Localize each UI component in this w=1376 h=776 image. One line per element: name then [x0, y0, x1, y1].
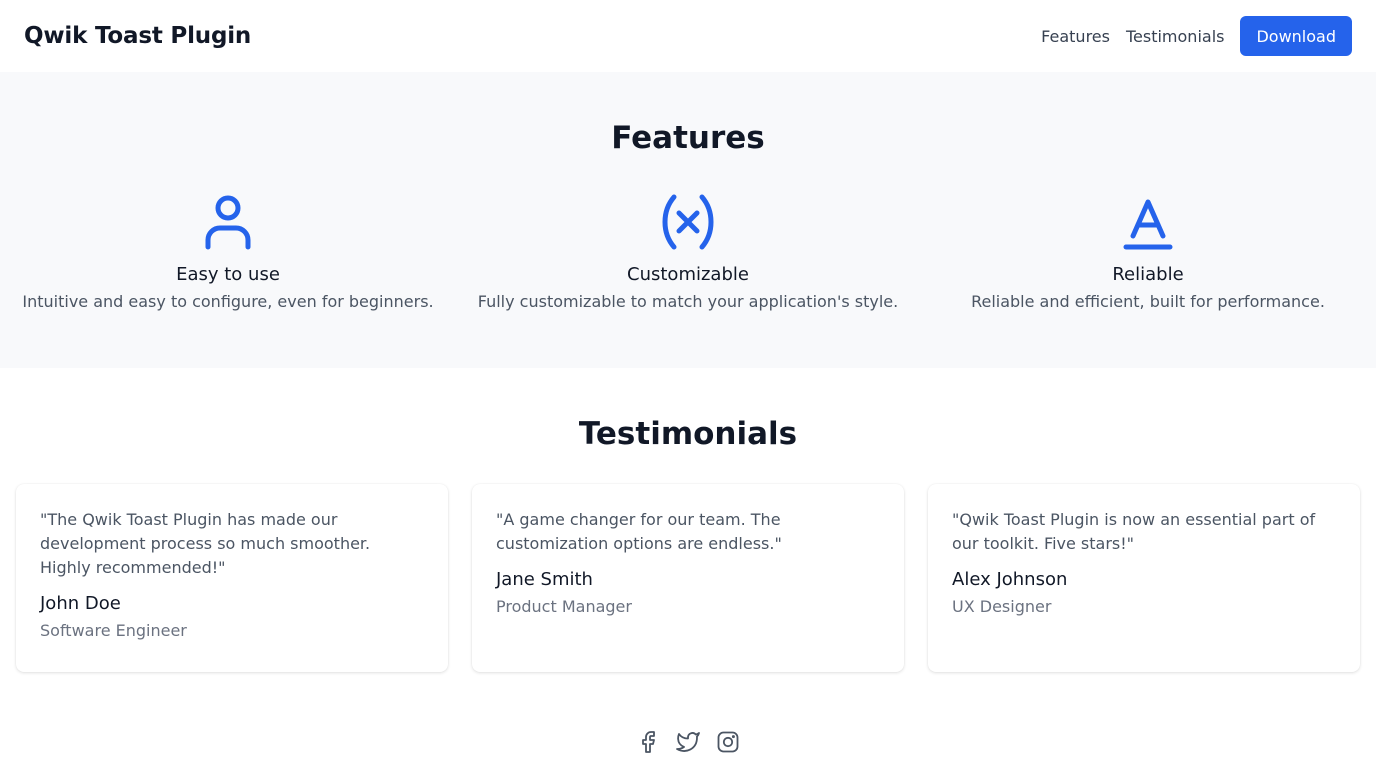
- download-button[interactable]: Download: [1240, 16, 1352, 56]
- twitter-icon[interactable]: [676, 730, 700, 754]
- testimonial-author: John Doe: [40, 593, 121, 614]
- testimonial-card: "A game changer for our team. The custom…: [472, 484, 904, 672]
- testimonials-section: Testimonials "The Qwik Toast Plugin has …: [0, 368, 1376, 708]
- user-icon: [0, 192, 456, 250]
- feature-title: Easy to use: [176, 264, 280, 285]
- testimonial-author: Alex Johnson: [952, 569, 1068, 590]
- feature-item: Customizable Fully customizable to match…: [460, 192, 916, 313]
- testimonial-role: Software Engineer: [40, 621, 187, 640]
- features-heading: Features: [611, 120, 765, 156]
- testimonial-card: "Qwik Toast Plugin is now an essential p…: [928, 484, 1360, 672]
- feature-description: Reliable and efficient, built for perfor…: [971, 292, 1325, 311]
- facebook-icon[interactable]: [636, 730, 660, 754]
- testimonial-role: Product Manager: [496, 597, 632, 616]
- feature-item: Reliable Reliable and efficient, built f…: [920, 192, 1376, 313]
- feature-description: Fully customizable to match your applica…: [477, 292, 899, 311]
- nav-link-features[interactable]: Features: [1041, 27, 1110, 46]
- feature-title: Reliable: [1112, 264, 1184, 285]
- site-footer: [0, 708, 1376, 754]
- testimonial-quote: "The Qwik Toast Plugin has made our deve…: [40, 510, 371, 577]
- text-a-underline-icon: [920, 192, 1376, 250]
- nav-link-testimonials[interactable]: Testimonials: [1126, 27, 1225, 46]
- instagram-icon[interactable]: [716, 730, 740, 754]
- testimonial-quote: "A game changer for our team. The custom…: [496, 510, 782, 553]
- testimonial-list: "The Qwik Toast Plugin has made our deve…: [0, 484, 1376, 672]
- testimonial-card: "The Qwik Toast Plugin has made our deve…: [16, 484, 448, 672]
- feature-title: Customizable: [627, 264, 749, 285]
- testimonial-role: UX Designer: [952, 597, 1052, 616]
- testimonial-author: Jane Smith: [496, 569, 593, 590]
- feature-description: Intuitive and easy to configure, even fo…: [22, 292, 434, 311]
- brand-title: Qwik Toast Plugin: [24, 23, 252, 49]
- testimonials-heading: Testimonials: [578, 416, 798, 452]
- variable-x-icon: [460, 192, 916, 250]
- site-header: Qwik Toast Plugin Features Testimonials …: [0, 0, 1376, 72]
- features-section: Features Easy to use Intuitive and easy …: [0, 72, 1376, 368]
- feature-item: Easy to use Intuitive and easy to config…: [0, 192, 456, 313]
- testimonial-quote: "Qwik Toast Plugin is now an essential p…: [952, 510, 1316, 553]
- main-nav: Features Testimonials Download: [1041, 16, 1352, 56]
- feature-list: Easy to use Intuitive and easy to config…: [0, 192, 1376, 313]
